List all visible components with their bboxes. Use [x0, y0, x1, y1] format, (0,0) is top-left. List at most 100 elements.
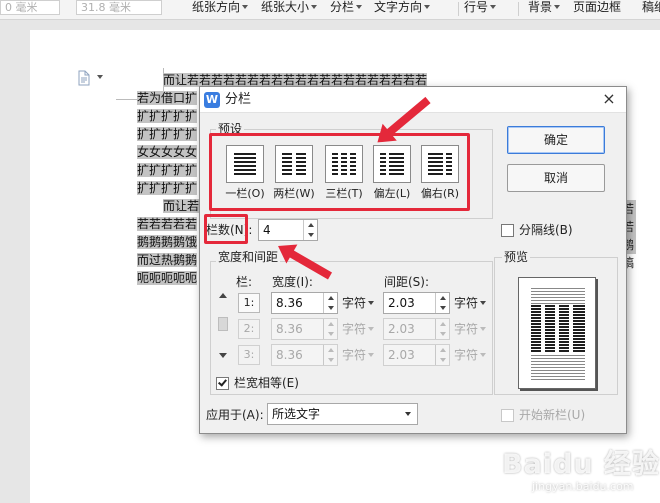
paper-size-button[interactable]: 纸张大小 [261, 0, 318, 18]
text-direction-label: 文字方向 [374, 0, 423, 14]
preview-column [545, 305, 555, 353]
column-number: 2: [238, 319, 260, 339]
column-spacing-input: 2.03 [383, 318, 450, 340]
watermark-url: jingyan.baidu.com [532, 480, 634, 493]
spacing-unit-dropdown[interactable]: 字符 [454, 295, 487, 311]
columns-label: 分栏 [330, 0, 355, 14]
column-width-input: 8.36 [271, 344, 338, 366]
wps-logo-icon: W [204, 92, 220, 108]
chevron-down-icon [480, 353, 487, 357]
line-numbers-button[interactable]: 行号 [464, 0, 497, 18]
spacing-header: 间距(S): [384, 275, 430, 289]
preview-lines [531, 355, 585, 381]
new-column-checkbox [501, 409, 514, 422]
stepper-up-icon[interactable] [324, 293, 337, 303]
chevron-down-icon [356, 5, 363, 9]
width-spacing-label: 宽度和间距 [216, 249, 281, 265]
chevron-down-icon [405, 412, 411, 416]
stepper-up-icon[interactable] [304, 220, 317, 230]
width-stepper [323, 345, 337, 365]
chevron-down-icon [480, 301, 487, 305]
column-width-value: 8.36 [276, 348, 303, 362]
stepper-down-icon[interactable] [436, 303, 449, 313]
column-spacing-input[interactable]: 2.03 [383, 292, 450, 314]
toolbar-divider [518, 2, 519, 16]
spacing-stepper [435, 319, 449, 339]
preview-lines [531, 288, 585, 304]
column-count-highlight [204, 214, 248, 244]
line-numbers-label: 行号 [464, 0, 489, 14]
column-spacing-value: 2.03 [388, 348, 415, 362]
background-label: 背景 [528, 0, 553, 14]
apply-to-value: 所选文字 [272, 407, 321, 421]
stepper-down-icon[interactable] [324, 303, 337, 313]
spacing-stepper[interactable] [435, 293, 449, 313]
checkmark-icon [218, 377, 227, 387]
orientation-label: 纸张方向 [192, 0, 241, 14]
cancel-button[interactable]: 取消 [507, 164, 605, 192]
apply-to-dropdown[interactable]: 所选文字 [267, 403, 418, 425]
column-width-input[interactable]: 8.36 [271, 292, 338, 314]
width-header: 宽度(I): [272, 275, 313, 289]
column-count-input[interactable]: 4 [258, 219, 318, 241]
presets-highlight [209, 133, 470, 211]
stepper-down-icon[interactable] [304, 230, 317, 240]
col-header: 栏: [236, 275, 253, 289]
ok-button[interactable]: 确定 [507, 126, 605, 154]
column-number: 1: [238, 293, 260, 313]
width-stepper[interactable] [323, 293, 337, 313]
chevron-down-icon [554, 5, 561, 9]
width-stepper [323, 319, 337, 339]
spacing-unit-dropdown: 字符 [454, 321, 487, 337]
text-direction-button[interactable]: 文字方向 [374, 0, 431, 18]
column-count-stepper[interactable] [303, 220, 317, 240]
column-spacing-value: 2.03 [388, 296, 415, 310]
column-width-input: 8.36 [271, 318, 338, 340]
indent-right-field[interactable]: 31.8 毫米 [76, 0, 162, 15]
column-spacing-value: 2.03 [388, 322, 415, 336]
chevron-down-icon [490, 5, 497, 9]
chevron-down-icon [242, 5, 249, 9]
chevron-down-icon [97, 75, 103, 79]
preview-column [573, 305, 585, 353]
stepper-up-icon[interactable] [436, 293, 449, 303]
width-unit-dropdown: 字符 [342, 321, 375, 337]
chevron-down-icon [311, 5, 318, 9]
unit-label: 字符 [342, 322, 367, 336]
apply-to-label: 应用于(A): [206, 408, 264, 422]
scroll-thumb[interactable] [218, 317, 228, 331]
separator-checkbox[interactable] [501, 224, 514, 237]
paper-size-label: 纸张大小 [261, 0, 310, 14]
orientation-button[interactable]: 纸张方向 [192, 0, 249, 18]
width-unit-dropdown: 字符 [342, 347, 375, 363]
column-count-value: 4 [263, 223, 271, 237]
unit-label: 字符 [342, 348, 367, 362]
chevron-down-icon [424, 5, 431, 9]
chevron-down-icon [480, 327, 487, 331]
unit-label: 字符 [454, 322, 479, 336]
width-unit-dropdown[interactable]: 字符 [342, 295, 375, 311]
ribbon-toolbar: 0 毫米 31.8 毫米 纸张方向 纸张大小 分栏 文字方向 行号 背景 页面边… [0, 0, 660, 20]
draft-paper-button[interactable]: 稿纸 [642, 0, 660, 18]
columns-button[interactable]: 分栏 [330, 0, 363, 18]
scroll-up-icon[interactable] [219, 293, 227, 298]
unit-label: 字符 [454, 296, 479, 310]
chevron-down-icon [368, 327, 375, 331]
preview-column [559, 305, 569, 353]
indent-left-field[interactable]: 0 毫米 [0, 0, 60, 15]
unit-label: 字符 [342, 296, 367, 310]
preview-label: 预览 [502, 249, 531, 265]
background-button[interactable]: 背景 [528, 0, 561, 18]
column-rows-scrollbar[interactable] [216, 291, 230, 363]
page-border-button[interactable]: 页面边框 [573, 0, 621, 18]
baidu-watermark: Baidu 经验 jingyan.baidu.com [502, 432, 659, 500]
spacing-stepper [435, 345, 449, 365]
unit-label: 字符 [454, 348, 479, 362]
close-icon[interactable]: × [600, 90, 618, 108]
scroll-down-icon[interactable] [219, 353, 227, 358]
dialog-title: 分栏 [225, 92, 252, 107]
column-width-value: 8.36 [276, 322, 303, 336]
equal-width-label: 栏宽相等(E) [234, 376, 299, 390]
document-icon[interactable] [76, 70, 103, 86]
equal-width-checkbox[interactable] [216, 377, 229, 390]
